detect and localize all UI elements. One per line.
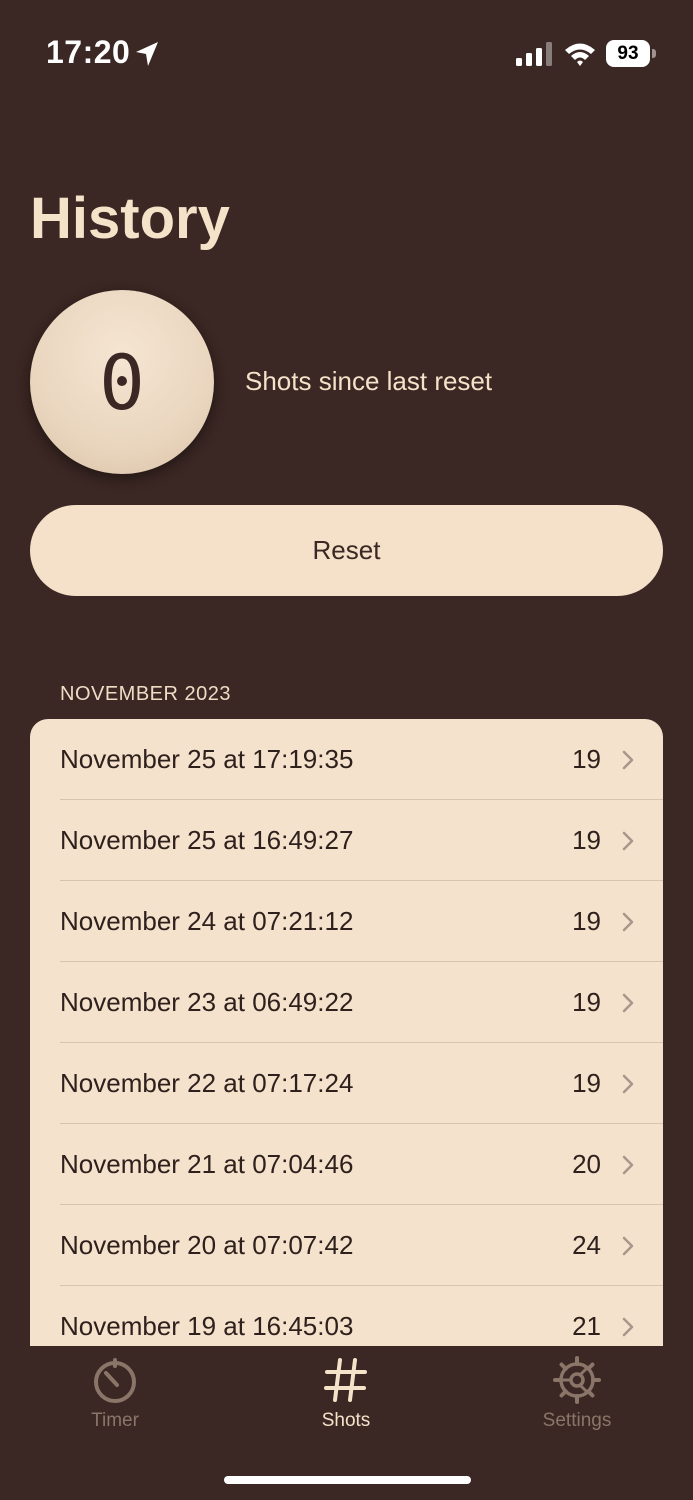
home-indicator[interactable]: [224, 1476, 471, 1484]
list-item[interactable]: November 21 at 07:04:46 20: [30, 1124, 663, 1205]
item-count: 19: [572, 825, 601, 855]
list-item[interactable]: November 19 at 16:45:03 21: [30, 1286, 663, 1346]
status-time: 17:20: [46, 34, 131, 70]
timer-icon: [94, 1358, 136, 1403]
item-count: 19: [572, 906, 601, 936]
item-count: 19: [572, 1068, 601, 1098]
item-date: November 19 at 16:45:03: [60, 1311, 354, 1341]
item-count: 20: [572, 1149, 601, 1179]
status-bar: 17:20 93: [0, 0, 693, 110]
item-date: November 20 at 07:07:42: [60, 1230, 354, 1260]
chevron-right-icon: [622, 1074, 634, 1093]
chevron-right-icon: [622, 1155, 634, 1174]
chevron-right-icon: [622, 912, 634, 931]
list-item[interactable]: November 24 at 07:21:12 19: [30, 881, 663, 962]
history-list: November 25 at 17:19:35 19 November 25 a…: [30, 719, 663, 1346]
list-item[interactable]: November 25 at 16:49:27 19: [30, 800, 663, 881]
item-date: November 22 at 07:17:24: [60, 1068, 354, 1098]
section-header: NOVEMBER 2023: [60, 683, 232, 705]
chevron-right-icon: [622, 750, 634, 769]
tab-settings[interactable]: Settings: [507, 1356, 647, 1436]
tab-label: Settings: [542, 1410, 612, 1431]
list-item[interactable]: November 22 at 07:17:24 19: [30, 1043, 663, 1124]
page-title: History: [30, 186, 230, 251]
wifi-icon: [565, 43, 595, 66]
chevron-right-icon: [622, 993, 634, 1012]
hash-icon: [324, 1358, 367, 1402]
cellular-signal-icon: [516, 42, 552, 66]
list-item[interactable]: November 23 at 06:49:22 19: [30, 962, 663, 1043]
battery-level: 93: [617, 42, 639, 64]
battery-indicator: 93: [606, 40, 650, 67]
reset-button[interactable]: Reset: [30, 505, 663, 596]
shot-counter-label: Shots since last reset: [245, 366, 493, 396]
item-count: 19: [572, 744, 601, 774]
shot-counter-circle: 0: [30, 290, 214, 474]
tab-timer[interactable]: Timer: [45, 1356, 185, 1436]
item-date: November 25 at 16:49:27: [60, 825, 354, 855]
shot-counter-value: 0: [99, 337, 145, 427]
chevron-right-icon: [622, 1236, 634, 1255]
chevron-right-icon: [622, 1317, 634, 1336]
item-date: November 24 at 07:21:12: [60, 906, 354, 936]
tab-label: Timer: [91, 1410, 139, 1431]
item-count: 21: [572, 1311, 601, 1341]
history-screen: 17:20 93 History 0 Shots since last rese…: [0, 0, 693, 1500]
chevron-right-icon: [622, 831, 634, 850]
gear-icon: [553, 1356, 601, 1404]
tab-shots[interactable]: Shots: [276, 1356, 416, 1436]
item-date: November 23 at 06:49:22: [60, 987, 354, 1017]
list-item[interactable]: November 25 at 17:19:35 19: [30, 719, 663, 800]
item-count: 19: [572, 987, 601, 1017]
battery-tip: [652, 49, 656, 58]
location-arrow-icon: [136, 42, 158, 66]
item-date: November 21 at 07:04:46: [60, 1149, 354, 1179]
tab-label: Shots: [321, 1410, 371, 1431]
item-date: November 25 at 17:19:35: [60, 744, 354, 774]
item-count: 24: [572, 1230, 601, 1260]
list-item[interactable]: November 20 at 07:07:42 24: [30, 1205, 663, 1286]
